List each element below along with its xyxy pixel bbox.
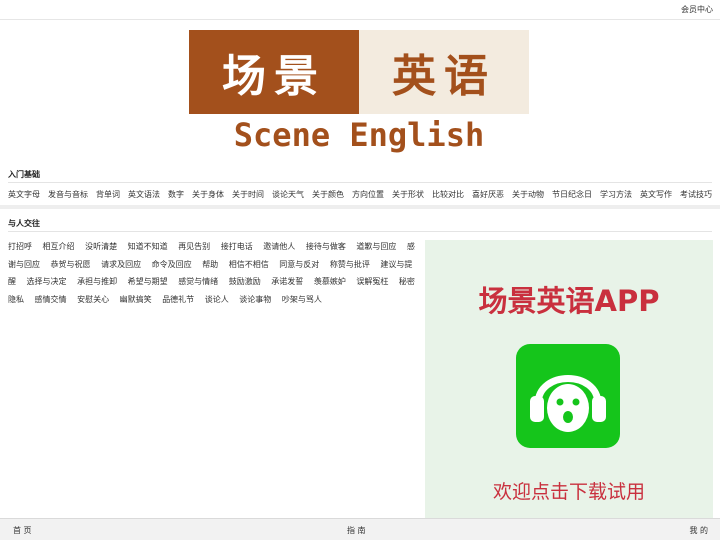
link-social-11[interactable]: 请求及回应	[101, 260, 141, 269]
link-social-25[interactable]: 误解冤枉	[356, 277, 388, 286]
link-basics-4[interactable]: 数字	[168, 189, 184, 200]
site-logo[interactable]: 场景 英语 Scene English	[189, 30, 529, 157]
link-basics-7[interactable]: 谈论天气	[272, 189, 304, 200]
section-title-social: 与人交往	[8, 219, 40, 228]
link-social-21[interactable]: 感觉与情绪	[178, 277, 218, 286]
link-social-5[interactable]: 接打电话	[221, 242, 253, 251]
link-basics-14[interactable]: 节日纪念日	[552, 189, 592, 200]
link-social-14[interactable]: 相信不相信	[229, 260, 269, 269]
link-social-19[interactable]: 承担与推卸	[77, 277, 117, 286]
logo-cn-part2: 英语	[359, 30, 529, 114]
link-social-31[interactable]: 谈论人	[205, 295, 229, 304]
link-social-15[interactable]: 同意与反对	[279, 260, 319, 269]
link-social-30[interactable]: 品德礼节	[162, 295, 194, 304]
link-social-32[interactable]: 谈论事物	[239, 295, 271, 304]
link-basics-8[interactable]: 关于颜色	[312, 189, 344, 200]
link-basics-12[interactable]: 喜好厌恶	[472, 189, 504, 200]
section-separator	[0, 205, 720, 209]
link-social-7[interactable]: 接待与做客	[306, 242, 346, 251]
link-social-2[interactable]: 没听清楚	[85, 242, 117, 251]
link-social-29[interactable]: 幽默搞笑	[120, 295, 152, 304]
app-banner-cta: 欢迎点击下载试用	[492, 481, 645, 503]
link-basics-3[interactable]: 英文语法	[128, 189, 160, 200]
member-center-link[interactable]: 会员中心	[681, 4, 713, 15]
link-social-3[interactable]: 知道不知道	[128, 242, 168, 251]
tab-home[interactable]: 首 页	[13, 525, 32, 536]
link-social-10[interactable]: 恭贺与祝愿	[51, 260, 91, 269]
link-social-1[interactable]: 相互介绍	[43, 242, 75, 251]
link-social-33[interactable]: 吵架与骂人	[282, 295, 322, 304]
link-social-16[interactable]: 称赞与批评	[330, 260, 370, 269]
link-basics-11[interactable]: 比较对比	[432, 189, 464, 200]
link-social-4[interactable]: 再见告别	[178, 242, 210, 251]
link-basics-10[interactable]: 关于形状	[392, 189, 424, 200]
link-social-18[interactable]: 选择与决定	[27, 277, 67, 286]
bottom-tab-bar: 首 页 指 南 我 的	[0, 518, 720, 540]
section-title-basics: 入门基础	[8, 170, 40, 179]
link-social-20[interactable]: 希望与期望	[128, 277, 168, 286]
link-basics-6[interactable]: 关于时间	[232, 189, 264, 200]
link-basics-15[interactable]: 学习方法	[600, 189, 632, 200]
app-banner-title: 场景英语APP	[478, 284, 660, 318]
link-basics-9[interactable]: 方向位置	[352, 189, 384, 200]
link-basics-5[interactable]: 关于身体	[192, 189, 224, 200]
link-social-13[interactable]: 帮助	[202, 260, 218, 269]
link-social-24[interactable]: 羡慕嫉妒	[314, 277, 346, 286]
headphones-robot-icon	[530, 375, 606, 432]
link-social-6[interactable]: 邀请他人	[263, 242, 295, 251]
link-basics-0[interactable]: 英文字母	[8, 189, 40, 200]
basics-link-list: 英文字母 发音与音标 背单词 英文语法 数字 关于身体 关于时间 谈论天气 关于…	[8, 189, 712, 200]
app-download-banner[interactable]: 场景英语APP 欢迎点击下载试用	[425, 240, 713, 518]
link-basics-17[interactable]: 考试技巧	[680, 189, 712, 200]
link-social-8[interactable]: 道歉与回应	[356, 242, 396, 251]
logo-cn-part1: 场景	[189, 30, 359, 114]
link-social-23[interactable]: 承诺发誓	[271, 277, 303, 286]
logo-en: Scene English	[233, 116, 485, 154]
link-basics-2[interactable]: 背单词	[96, 189, 120, 200]
link-basics-13[interactable]: 关于动物	[512, 189, 544, 200]
link-social-28[interactable]: 安慰关心	[77, 295, 109, 304]
link-social-22[interactable]: 鼓励激励	[229, 277, 261, 286]
app-icon	[516, 344, 620, 448]
tab-mine[interactable]: 我 的	[689, 525, 708, 536]
social-link-list: 打招呼 相互介绍 没听清楚 知道不知道 再见告别 接打电话 邀请他人 接待与做客…	[8, 238, 421, 308]
top-bar: 会员中心	[0, 0, 720, 20]
link-basics-16[interactable]: 英文写作	[640, 189, 672, 200]
divider	[8, 231, 712, 232]
link-social-0[interactable]: 打招呼	[8, 242, 32, 251]
tab-guide[interactable]: 指 南	[347, 525, 366, 536]
link-social-12[interactable]: 命令及回应	[152, 260, 192, 269]
link-basics-1[interactable]: 发音与音标	[48, 189, 88, 200]
link-social-27[interactable]: 感情交情	[35, 295, 67, 304]
divider	[8, 182, 712, 183]
